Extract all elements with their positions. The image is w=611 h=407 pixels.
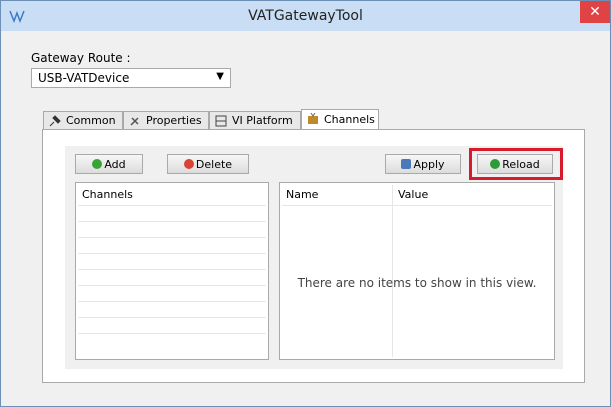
channels-tab-panel: Add Delete Apply Reload Channels Name Va… — [42, 129, 585, 383]
gateway-route-label: Gateway Route : — [31, 51, 131, 65]
list-divider — [78, 301, 266, 302]
list-divider — [78, 221, 266, 222]
tab-label: VI Platform — [232, 114, 293, 127]
title-bar[interactable]: VATGatewayTool ✕ — [1, 1, 610, 31]
save-icon — [401, 159, 412, 169]
tab-channels[interactable]: Channels — [301, 109, 379, 130]
tab-common[interactable]: Common — [43, 111, 123, 129]
name-column-header: Name — [286, 188, 319, 201]
list-divider — [78, 317, 266, 318]
app-window: VATGatewayTool ✕ Gateway Route : USB-VAT… — [0, 0, 611, 407]
tab-properties[interactable]: Properties — [123, 111, 209, 129]
reload-highlight-box — [469, 148, 563, 180]
add-button[interactable]: Add — [75, 154, 143, 174]
delete-button[interactable]: Delete — [167, 154, 249, 174]
value-column-header: Value — [398, 188, 429, 201]
delete-button-label: Delete — [195, 158, 233, 171]
apply-button-label: Apply — [413, 158, 445, 171]
channels-list[interactable]: Channels — [75, 182, 269, 360]
channels-content: Add Delete Apply Reload Channels Name Va… — [65, 146, 563, 369]
chevron-down-icon: ▼ — [216, 71, 224, 82]
filmstrip-icon — [215, 115, 227, 127]
tab-label: Common — [66, 114, 116, 127]
apply-button[interactable]: Apply — [385, 154, 461, 174]
pin-icon — [49, 115, 61, 127]
column-divider — [392, 185, 393, 357]
gateway-route-select[interactable]: USB-VATDevice ▼ — [31, 68, 231, 88]
tv-icon — [308, 113, 318, 124]
list-divider — [78, 333, 266, 334]
list-divider — [78, 205, 266, 206]
list-divider — [78, 237, 266, 238]
plus-icon — [92, 159, 103, 169]
channels-column-header: Channels — [82, 188, 133, 201]
empty-message: There are no items to show in this view. — [297, 276, 537, 290]
details-list[interactable]: Name Value There are no items to show in… — [279, 182, 555, 360]
list-divider — [282, 205, 552, 206]
list-divider — [78, 269, 266, 270]
tab-vi-platform[interactable]: VI Platform — [209, 111, 301, 129]
close-button[interactable]: ✕ — [580, 1, 610, 23]
gateway-route-value: USB-VATDevice — [38, 71, 130, 85]
add-button-label: Add — [104, 158, 126, 171]
tools-icon — [130, 117, 139, 126]
tab-label: Properties — [146, 114, 202, 127]
window-title: VATGatewayTool — [248, 8, 363, 24]
delete-icon — [183, 159, 194, 169]
tab-label: Channels — [324, 113, 375, 126]
list-divider — [78, 253, 266, 254]
list-divider — [78, 285, 266, 286]
